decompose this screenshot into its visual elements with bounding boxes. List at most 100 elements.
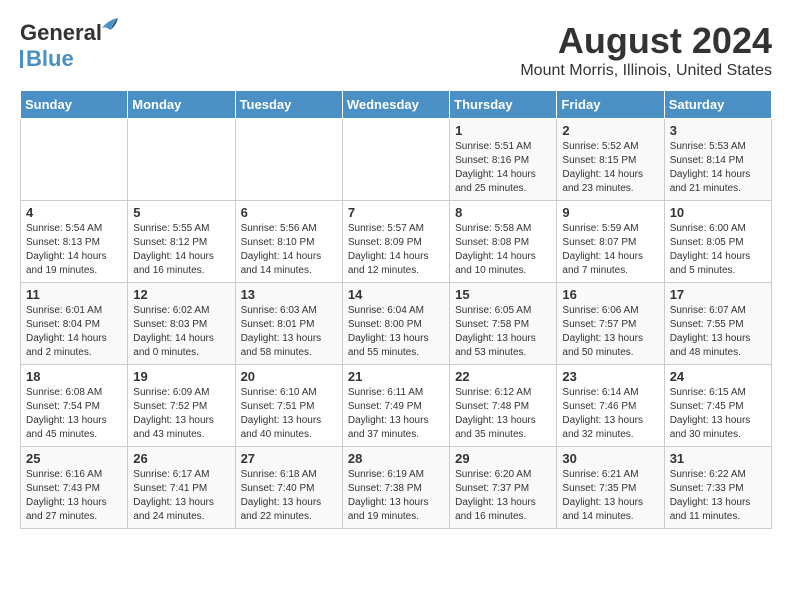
calendar-cell: 25Sunrise: 6:16 AM Sunset: 7:43 PM Dayli… <box>21 447 128 529</box>
calendar-cell: 7 Sunrise: 5:57 AM Sunset: 8:09 PM Daylig… <box>342 201 449 283</box>
calendar-table: SundayMondayTuesdayWednesdayThursdayFrid… <box>20 90 772 529</box>
day-info: Sunrise: 5:56 AM Sunset: 8:10 PM Dayligh… <box>241 222 337 278</box>
header-saturday: Saturday <box>664 91 771 119</box>
day-info: Sunrise: 6:14 AM Sunset: 7:46 PM Dayligh… <box>562 386 658 442</box>
day-number: 12 <box>133 287 229 302</box>
calendar-cell: 26 Sunrise: 6:17 AM Sunset: 7:41 PM Dayli… <box>128 447 235 529</box>
day-number: 9 <box>562 205 658 220</box>
day-number: 6 <box>241 205 337 220</box>
day-number: 3 <box>670 123 766 138</box>
day-number: 4 <box>26 205 122 220</box>
header-thursday: Thursday <box>450 91 557 119</box>
day-number: 16 <box>562 287 658 302</box>
day-info: Sunrise: 6:01 AM Sunset: 8:04 PM Dayligh… <box>26 304 122 360</box>
day-number: 27 <box>241 451 337 466</box>
day-info: Sunrise: 6:19 AM Sunset: 7:38 PM Dayligh… <box>348 468 444 524</box>
day-info: Sunrise: 6:04 AM Sunset: 8:00 PM Dayligh… <box>348 304 444 360</box>
week-row-1: 1Sunrise: 5:51 AM Sunset: 8:16 PM Daylig… <box>21 119 772 201</box>
calendar-cell: 16 Sunrise: 6:06 AM Sunset: 7:57 PM Dayli… <box>557 283 664 365</box>
day-info: Sunrise: 6:00 AM Sunset: 8:05 PM Dayligh… <box>670 222 766 278</box>
day-info: Sunrise: 6:10 AM Sunset: 7:51 PM Dayligh… <box>241 386 337 442</box>
day-info: Sunrise: 6:05 AM Sunset: 7:58 PM Dayligh… <box>455 304 551 360</box>
day-number: 26 <box>133 451 229 466</box>
header-row: SundayMondayTuesdayWednesdayThursdayFrid… <box>21 91 772 119</box>
calendar-cell: 27 Sunrise: 6:18 AM Sunset: 7:40 PM Dayli… <box>235 447 342 529</box>
calendar-cell: 21Sunrise: 6:11 AM Sunset: 7:49 PM Dayli… <box>342 365 449 447</box>
header-wednesday: Wednesday <box>342 91 449 119</box>
day-info: Sunrise: 6:22 AM Sunset: 7:33 PM Dayligh… <box>670 468 766 524</box>
calendar-cell: 24Sunrise: 6:15 AM Sunset: 7:45 PM Dayli… <box>664 365 771 447</box>
calendar-cell: 29Sunrise: 6:20 AM Sunset: 7:37 PM Dayli… <box>450 447 557 529</box>
calendar-cell <box>21 119 128 201</box>
calendar-cell <box>342 119 449 201</box>
day-number: 19 <box>133 369 229 384</box>
calendar-cell: 19 Sunrise: 6:09 AM Sunset: 7:52 PM Dayli… <box>128 365 235 447</box>
day-info: Sunrise: 5:55 AM Sunset: 8:12 PM Dayligh… <box>133 222 229 278</box>
day-info: Sunrise: 6:18 AM Sunset: 7:40 PM Dayligh… <box>241 468 337 524</box>
calendar-cell: 2 Sunrise: 5:52 AM Sunset: 8:15 PM Daylig… <box>557 119 664 201</box>
header-tuesday: Tuesday <box>235 91 342 119</box>
header-monday: Monday <box>128 91 235 119</box>
calendar-cell: 6 Sunrise: 5:56 AM Sunset: 8:10 PM Daylig… <box>235 201 342 283</box>
day-number: 17 <box>670 287 766 302</box>
day-number: 14 <box>348 287 444 302</box>
subtitle: Mount Morris, Illinois, United States <box>520 62 772 80</box>
calendar-cell: 31 Sunrise: 6:22 AM Sunset: 7:33 PM Dayli… <box>664 447 771 529</box>
calendar-cell: 15Sunrise: 6:05 AM Sunset: 7:58 PM Dayli… <box>450 283 557 365</box>
title-block: August 2024 Mount Morris, Illinois, Unit… <box>520 20 772 80</box>
calendar-cell: 8Sunrise: 5:58 AM Sunset: 8:08 PM Daylig… <box>450 201 557 283</box>
header-friday: Friday <box>557 91 664 119</box>
day-info: Sunrise: 5:59 AM Sunset: 8:07 PM Dayligh… <box>562 222 658 278</box>
day-info: Sunrise: 6:21 AM Sunset: 7:35 PM Dayligh… <box>562 468 658 524</box>
week-row-4: 18Sunrise: 6:08 AM Sunset: 7:54 PM Dayli… <box>21 365 772 447</box>
calendar-cell: 18Sunrise: 6:08 AM Sunset: 7:54 PM Dayli… <box>21 365 128 447</box>
main-title: August 2024 <box>520 20 772 62</box>
day-number: 24 <box>670 369 766 384</box>
calendar-cell: 22 Sunrise: 6:12 AM Sunset: 7:48 PM Dayli… <box>450 365 557 447</box>
day-number: 10 <box>670 205 766 220</box>
calendar-cell: 12 Sunrise: 6:02 AM Sunset: 8:03 PM Dayli… <box>128 283 235 365</box>
day-info: Sunrise: 6:08 AM Sunset: 7:54 PM Dayligh… <box>26 386 122 442</box>
day-number: 7 <box>348 205 444 220</box>
calendar-cell: 13Sunrise: 6:03 AM Sunset: 8:01 PM Dayli… <box>235 283 342 365</box>
logo-bird-icon <box>100 16 120 32</box>
day-info: Sunrise: 6:07 AM Sunset: 7:55 PM Dayligh… <box>670 304 766 360</box>
day-info: Sunrise: 5:52 AM Sunset: 8:15 PM Dayligh… <box>562 140 658 196</box>
calendar-cell: 1Sunrise: 5:51 AM Sunset: 8:16 PM Daylig… <box>450 119 557 201</box>
day-info: Sunrise: 6:20 AM Sunset: 7:37 PM Dayligh… <box>455 468 551 524</box>
day-info: Sunrise: 5:58 AM Sunset: 8:08 PM Dayligh… <box>455 222 551 278</box>
calendar-cell: 4 Sunrise: 5:54 AM Sunset: 8:13 PM Daylig… <box>21 201 128 283</box>
calendar-cell <box>235 119 342 201</box>
day-info: Sunrise: 5:54 AM Sunset: 8:13 PM Dayligh… <box>26 222 122 278</box>
day-info: Sunrise: 6:09 AM Sunset: 7:52 PM Dayligh… <box>133 386 229 442</box>
day-number: 2 <box>562 123 658 138</box>
day-number: 11 <box>26 287 122 302</box>
calendar-cell: 9 Sunrise: 5:59 AM Sunset: 8:07 PM Daylig… <box>557 201 664 283</box>
day-info: Sunrise: 5:57 AM Sunset: 8:09 PM Dayligh… <box>348 222 444 278</box>
day-info: Sunrise: 6:17 AM Sunset: 7:41 PM Dayligh… <box>133 468 229 524</box>
day-number: 31 <box>670 451 766 466</box>
logo-general: General <box>20 20 102 45</box>
day-number: 21 <box>348 369 444 384</box>
page-header: General Blue August 2024 Mount Morris, I… <box>20 20 772 80</box>
day-number: 5 <box>133 205 229 220</box>
day-number: 22 <box>455 369 551 384</box>
calendar-cell <box>128 119 235 201</box>
day-info: Sunrise: 6:02 AM Sunset: 8:03 PM Dayligh… <box>133 304 229 360</box>
day-info: Sunrise: 5:53 AM Sunset: 8:14 PM Dayligh… <box>670 140 766 196</box>
calendar-cell: 10 Sunrise: 6:00 AM Sunset: 8:05 PM Dayli… <box>664 201 771 283</box>
logo-blue: Blue <box>26 46 74 72</box>
calendar-cell: 23 Sunrise: 6:14 AM Sunset: 7:46 PM Dayli… <box>557 365 664 447</box>
calendar-cell: 30 Sunrise: 6:21 AM Sunset: 7:35 PM Dayli… <box>557 447 664 529</box>
day-info: Sunrise: 6:12 AM Sunset: 7:48 PM Dayligh… <box>455 386 551 442</box>
calendar-cell: 28 Sunrise: 6:19 AM Sunset: 7:38 PM Dayli… <box>342 447 449 529</box>
day-number: 20 <box>241 369 337 384</box>
day-number: 28 <box>348 451 444 466</box>
day-number: 30 <box>562 451 658 466</box>
day-number: 23 <box>562 369 658 384</box>
day-number: 13 <box>241 287 337 302</box>
week-row-2: 4 Sunrise: 5:54 AM Sunset: 8:13 PM Daylig… <box>21 201 772 283</box>
week-row-3: 11 Sunrise: 6:01 AM Sunset: 8:04 PM Dayli… <box>21 283 772 365</box>
day-info: Sunrise: 6:06 AM Sunset: 7:57 PM Dayligh… <box>562 304 658 360</box>
week-row-5: 25Sunrise: 6:16 AM Sunset: 7:43 PM Dayli… <box>21 447 772 529</box>
